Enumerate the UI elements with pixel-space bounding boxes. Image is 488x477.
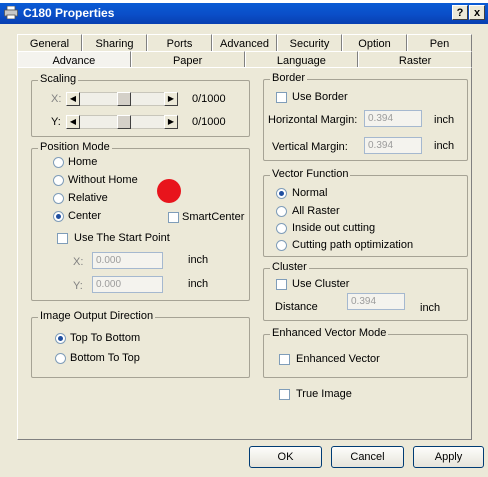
radio-top-to-bottom[interactable] xyxy=(55,333,66,344)
properties-dialog: C180 Properties ? x General Sharing Port… xyxy=(0,0,488,477)
printer-icon xyxy=(4,6,18,19)
red-dot-marker xyxy=(157,179,181,203)
start-x-unit: inch xyxy=(188,254,209,266)
apply-button[interactable]: Apply xyxy=(413,446,484,468)
use-border-label: Use Border xyxy=(292,91,348,103)
smartcenter-label: SmartCenter xyxy=(182,211,245,223)
title-bar-top-strip xyxy=(0,0,488,3)
radio-all-raster[interactable] xyxy=(276,206,287,217)
radio-center-label: Center xyxy=(68,210,102,222)
enhanced-vector-label: Enhanced Vector xyxy=(296,353,380,365)
scaling-y-value: 0/1000 xyxy=(192,116,226,128)
cancel-button[interactable]: Cancel xyxy=(331,446,404,468)
radio-top-to-bottom-label: Top To Bottom xyxy=(70,332,141,344)
position-mode-title: Position Mode xyxy=(38,141,112,153)
title-bar: C180 Properties ? x xyxy=(0,0,488,24)
border-title: Border xyxy=(270,72,308,84)
start-y-input[interactable]: 0.000 xyxy=(92,276,163,293)
radio-home[interactable] xyxy=(53,157,64,168)
enhanced-vector-title: Enhanced Vector Mode xyxy=(270,327,389,339)
scaling-x-label: X: xyxy=(51,93,62,105)
radio-cutting-path-optimization-label: Cutting path optimization xyxy=(292,239,414,251)
window-title: C180 Properties xyxy=(23,6,115,20)
scaling-x-thumb[interactable] xyxy=(117,92,131,106)
vector-function-title: Vector Function xyxy=(270,168,351,180)
horizontal-margin-label: Horizontal Margin: xyxy=(268,114,358,126)
scaling-x-scrollbar[interactable]: ◀ ▶ xyxy=(66,92,178,106)
vertical-margin-unit: inch xyxy=(434,140,455,152)
horizontal-margin-unit: inch xyxy=(434,114,455,126)
smartcenter-checkbox[interactable] xyxy=(168,212,179,223)
image-output-group: Image Output Direction xyxy=(31,310,250,378)
vertical-margin-label: Vertical Margin: xyxy=(272,141,348,153)
radio-all-raster-label: All Raster xyxy=(292,205,340,217)
start-x-label: X: xyxy=(73,256,84,268)
scroll-right-icon[interactable]: ▶ xyxy=(164,92,178,106)
scaling-title: Scaling xyxy=(38,73,79,85)
tab-security[interactable]: Security xyxy=(277,34,342,52)
distance-label: Distance xyxy=(275,301,318,313)
radio-home-label: Home xyxy=(68,156,98,168)
scaling-y-label: Y: xyxy=(51,116,61,128)
cluster-title: Cluster xyxy=(270,261,309,273)
use-cluster-checkbox[interactable] xyxy=(276,279,287,290)
tab-row-1: General Sharing Ports Advanced Security … xyxy=(17,34,472,52)
radio-without-home-label: Without Home xyxy=(68,174,138,186)
scaling-y-scrollbar[interactable]: ◀ ▶ xyxy=(66,115,178,129)
ok-button[interactable]: OK xyxy=(249,446,322,468)
use-start-point-checkbox[interactable] xyxy=(57,233,68,244)
true-image-label: True Image xyxy=(296,388,352,400)
vertical-margin-input[interactable]: 0.394 xyxy=(364,137,422,154)
radio-relative-label: Relative xyxy=(68,192,108,204)
scaling-x-value: 0/1000 xyxy=(192,93,226,105)
close-button[interactable]: x xyxy=(469,5,485,20)
radio-bottom-to-top-label: Bottom To Top xyxy=(70,352,140,364)
tab-sharing[interactable]: Sharing xyxy=(82,34,147,52)
radio-center[interactable] xyxy=(53,211,64,222)
start-y-unit: inch xyxy=(188,278,209,290)
true-image-checkbox[interactable] xyxy=(279,389,290,400)
scroll-left-icon[interactable]: ◀ xyxy=(66,92,80,106)
image-output-title: Image Output Direction xyxy=(38,310,156,322)
tab-ports[interactable]: Ports xyxy=(147,34,212,52)
radio-cutting-path-optimization[interactable] xyxy=(276,240,287,251)
tab-advanced[interactable]: Advanced xyxy=(212,34,277,52)
use-cluster-label: Use Cluster xyxy=(292,278,350,290)
scroll-left-icon[interactable]: ◀ xyxy=(66,115,80,129)
tab-pen[interactable]: Pen xyxy=(407,34,472,52)
distance-unit: inch xyxy=(420,302,441,314)
start-y-label: Y: xyxy=(73,280,83,292)
use-start-point-label: Use The Start Point xyxy=(74,232,170,244)
scroll-right-icon[interactable]: ▶ xyxy=(164,115,178,129)
help-button[interactable]: ? xyxy=(452,5,468,20)
tab-option[interactable]: Option xyxy=(342,34,407,52)
radio-normal[interactable] xyxy=(276,188,287,199)
distance-input[interactable]: 0.394 xyxy=(347,293,405,310)
horizontal-margin-input[interactable]: 0.394 xyxy=(364,110,422,127)
use-border-checkbox[interactable] xyxy=(276,92,287,103)
scaling-y-thumb[interactable] xyxy=(117,115,131,129)
radio-relative[interactable] xyxy=(53,193,64,204)
start-x-input[interactable]: 0.000 xyxy=(92,252,163,269)
radio-inside-out-cutting-label: Inside out cutting xyxy=(292,222,376,234)
radio-normal-label: Normal xyxy=(292,187,328,199)
enhanced-vector-checkbox[interactable] xyxy=(279,354,290,365)
radio-inside-out-cutting[interactable] xyxy=(276,223,287,234)
radio-bottom-to-top[interactable] xyxy=(55,353,66,364)
tab-general[interactable]: General xyxy=(17,34,82,52)
radio-without-home[interactable] xyxy=(53,175,64,186)
